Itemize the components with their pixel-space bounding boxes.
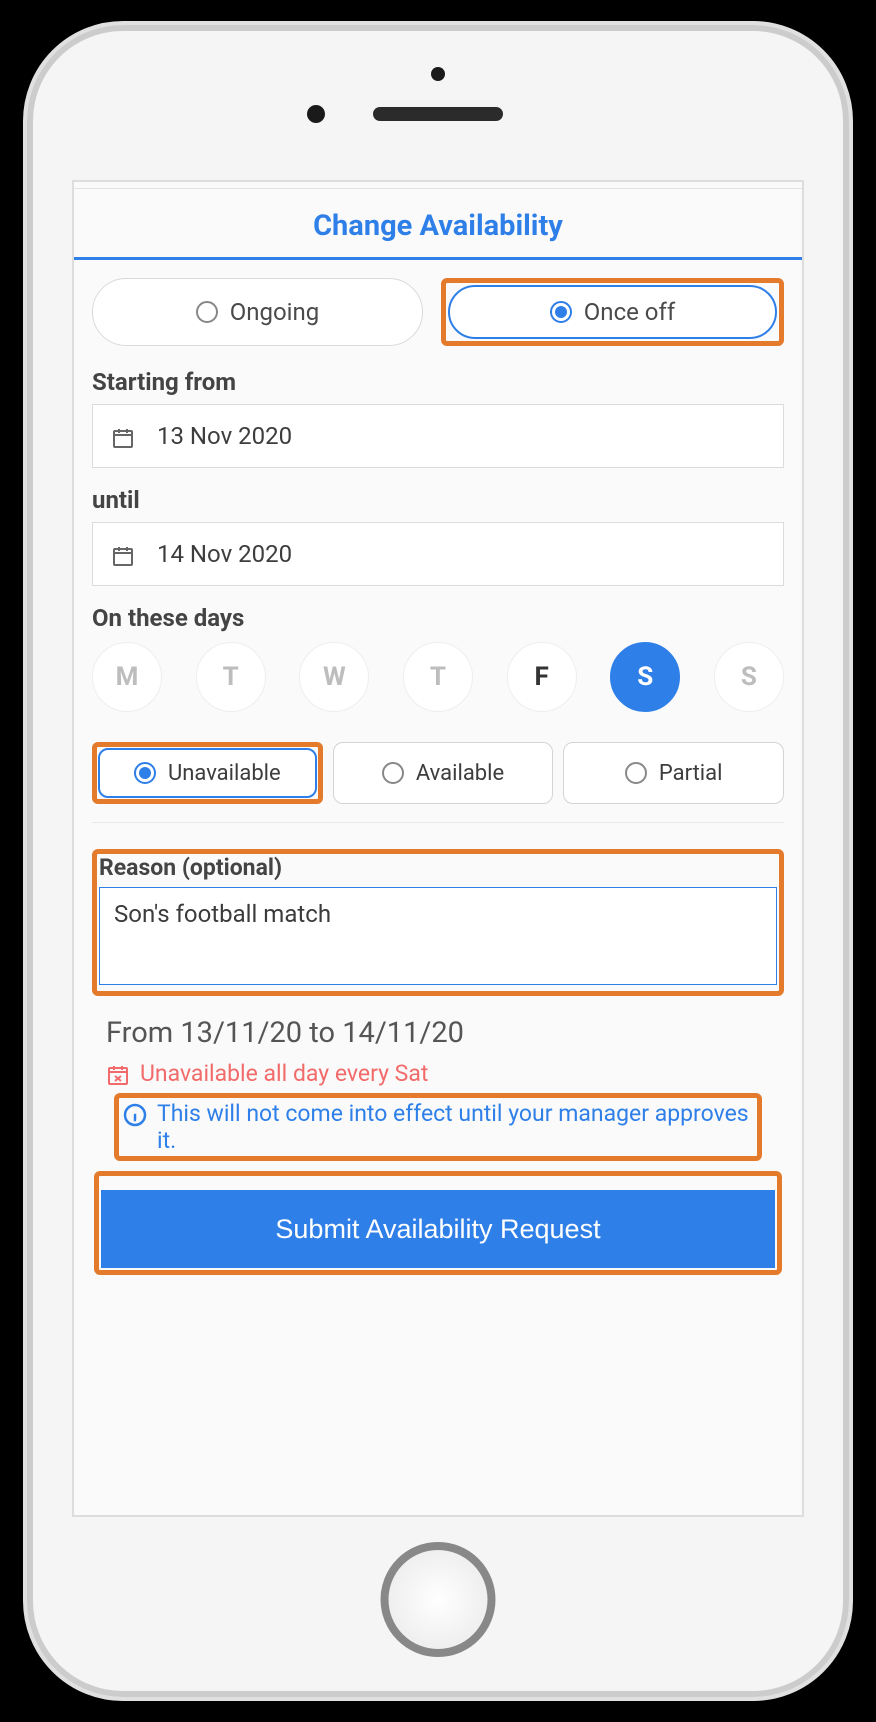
radio-icon bbox=[196, 301, 218, 323]
calendar-icon bbox=[111, 540, 135, 568]
status-unavailable[interactable]: Unavailable bbox=[98, 748, 317, 798]
day-mon[interactable]: M bbox=[92, 642, 162, 712]
highlight-submit: Submit Availability Request bbox=[94, 1171, 782, 1275]
volume-down-button bbox=[23, 505, 27, 615]
phone-screen: Change Availability Ongoing Once off Sta… bbox=[72, 180, 804, 1517]
status-available-label: Available bbox=[416, 761, 504, 786]
summary-status-line: Unavailable all day every Sat bbox=[106, 1060, 770, 1087]
once-off-option[interactable]: Once off bbox=[448, 285, 777, 339]
day-tue[interactable]: T bbox=[196, 642, 266, 712]
highlight-reason: Reason (optional) bbox=[92, 849, 784, 996]
status-available[interactable]: Available bbox=[333, 742, 554, 804]
submit-button[interactable]: Submit Availability Request bbox=[101, 1190, 775, 1268]
until-date-label: until bbox=[92, 486, 784, 514]
front-camera bbox=[307, 105, 325, 123]
home-button[interactable] bbox=[381, 1542, 496, 1657]
day-thu[interactable]: T bbox=[403, 642, 473, 712]
radio-icon bbox=[134, 762, 156, 784]
start-date-input[interactable]: 13 Nov 2020 bbox=[92, 404, 784, 468]
page-title: Change Availability bbox=[74, 188, 802, 260]
frequency-segment: Ongoing Once off bbox=[92, 278, 784, 346]
day-sun[interactable]: S bbox=[714, 642, 784, 712]
mute-switch bbox=[23, 255, 27, 315]
ongoing-option[interactable]: Ongoing bbox=[92, 278, 423, 346]
reason-input[interactable] bbox=[99, 887, 777, 985]
highlight-unavailable: Unavailable bbox=[92, 742, 323, 804]
status-partial-label: Partial bbox=[659, 761, 723, 786]
radio-icon bbox=[550, 301, 572, 323]
days-row: M T W T F S S bbox=[92, 642, 784, 712]
proximity-sensor bbox=[431, 67, 445, 81]
ongoing-label: Ongoing bbox=[230, 298, 320, 326]
volume-up-button bbox=[23, 375, 27, 485]
once-off-label: Once off bbox=[584, 298, 675, 326]
days-label: On these days bbox=[92, 604, 784, 632]
summary-info-text: This will not come into effect until you… bbox=[157, 1100, 753, 1154]
day-wed[interactable]: W bbox=[299, 642, 369, 712]
radio-icon bbox=[625, 762, 647, 784]
day-fri[interactable]: F bbox=[507, 642, 577, 712]
highlight-once-off: Once off bbox=[441, 278, 784, 346]
earpiece-speaker bbox=[373, 107, 503, 121]
phone-top-area bbox=[27, 25, 849, 155]
status-segment: Unavailable Available Partial bbox=[92, 742, 784, 823]
phone-device-frame: Change Availability Ongoing Once off Sta… bbox=[23, 21, 853, 1701]
radio-icon bbox=[382, 762, 404, 784]
highlight-info: This will not come into effect until you… bbox=[114, 1093, 762, 1161]
summary-range: From 13/11/20 to 14/11/20 bbox=[106, 1016, 770, 1050]
calendar-icon bbox=[111, 422, 135, 450]
until-date-value: 14 Nov 2020 bbox=[157, 540, 292, 568]
reason-label: Reason (optional) bbox=[99, 854, 777, 881]
summary-info-line: This will not come into effect until you… bbox=[119, 1098, 757, 1156]
start-date-value: 13 Nov 2020 bbox=[157, 422, 292, 450]
start-date-label: Starting from bbox=[92, 368, 784, 396]
status-unavailable-label: Unavailable bbox=[168, 761, 281, 786]
calendar-x-icon bbox=[106, 1060, 130, 1087]
summary-status-text: Unavailable all day every Sat bbox=[140, 1060, 428, 1087]
summary-block: From 13/11/20 to 14/11/20 Unavailable al… bbox=[92, 996, 784, 1161]
day-sat[interactable]: S bbox=[610, 642, 680, 712]
status-partial[interactable]: Partial bbox=[563, 742, 784, 804]
info-icon bbox=[123, 1100, 147, 1127]
until-date-input[interactable]: 14 Nov 2020 bbox=[92, 522, 784, 586]
power-button bbox=[849, 345, 853, 465]
